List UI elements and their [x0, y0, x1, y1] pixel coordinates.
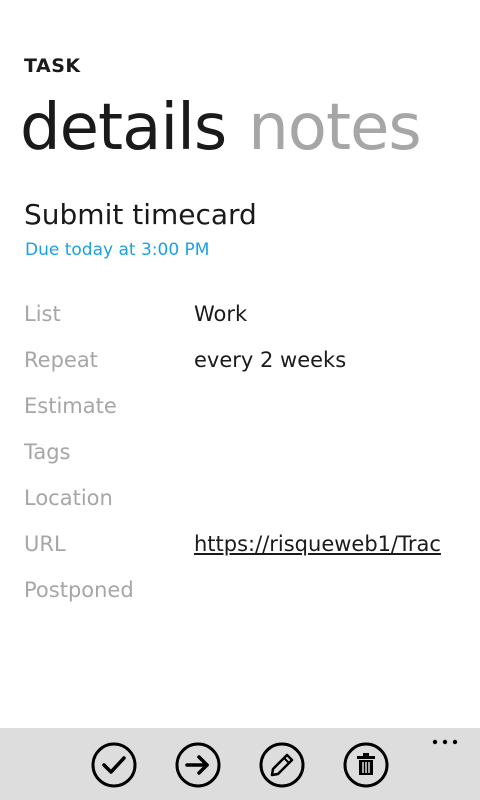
property-label-repeat: Repeat: [24, 348, 98, 372]
pencil-icon: [259, 742, 305, 788]
app-title: TASK: [24, 55, 81, 77]
property-row-location: Location: [24, 481, 464, 527]
property-label-tags: Tags: [24, 440, 71, 464]
postpone-button[interactable]: [175, 742, 221, 788]
property-label-list: List: [24, 302, 61, 326]
property-row-repeat: Repeat every 2 weeks: [24, 343, 464, 389]
task-title: Submit timecard: [24, 198, 257, 231]
pivot-tab-details[interactable]: details: [20, 88, 227, 168]
ellipsis-icon: [432, 739, 458, 745]
application-bar: [0, 728, 480, 800]
due-date-text: Due today at 3:00 PM: [25, 240, 210, 260]
task-properties-list: List Work Repeat every 2 weeks Estimate …: [24, 297, 464, 619]
url-link[interactable]: https://risqueweb1/Trac: [194, 527, 456, 561]
property-row-postponed: Postponed: [24, 573, 464, 619]
edit-button[interactable]: [259, 742, 305, 788]
trash-icon: [343, 742, 389, 788]
property-label-url: URL: [24, 532, 66, 556]
property-row-tags: Tags: [24, 435, 464, 481]
task-details-screen: TASK details notes Submit timecard Due to…: [0, 0, 480, 800]
property-row-url: URL https://risqueweb1/Trac: [24, 527, 464, 573]
property-label-location: Location: [24, 486, 113, 510]
complete-button[interactable]: [91, 742, 137, 788]
property-row-list: List Work: [24, 297, 464, 343]
more-options-button[interactable]: [430, 736, 460, 752]
property-value-repeat: every 2 weeks: [194, 348, 347, 372]
check-icon: [91, 742, 137, 788]
arrow-right-icon: [175, 742, 221, 788]
pivot-header: details notes: [20, 88, 443, 168]
property-label-estimate: Estimate: [24, 394, 117, 418]
property-label-postponed: Postponed: [24, 578, 134, 602]
property-row-estimate: Estimate: [24, 389, 464, 435]
property-value-list: Work: [194, 302, 248, 326]
delete-button[interactable]: [343, 742, 389, 788]
pivot-tab-notes[interactable]: notes: [248, 88, 422, 168]
